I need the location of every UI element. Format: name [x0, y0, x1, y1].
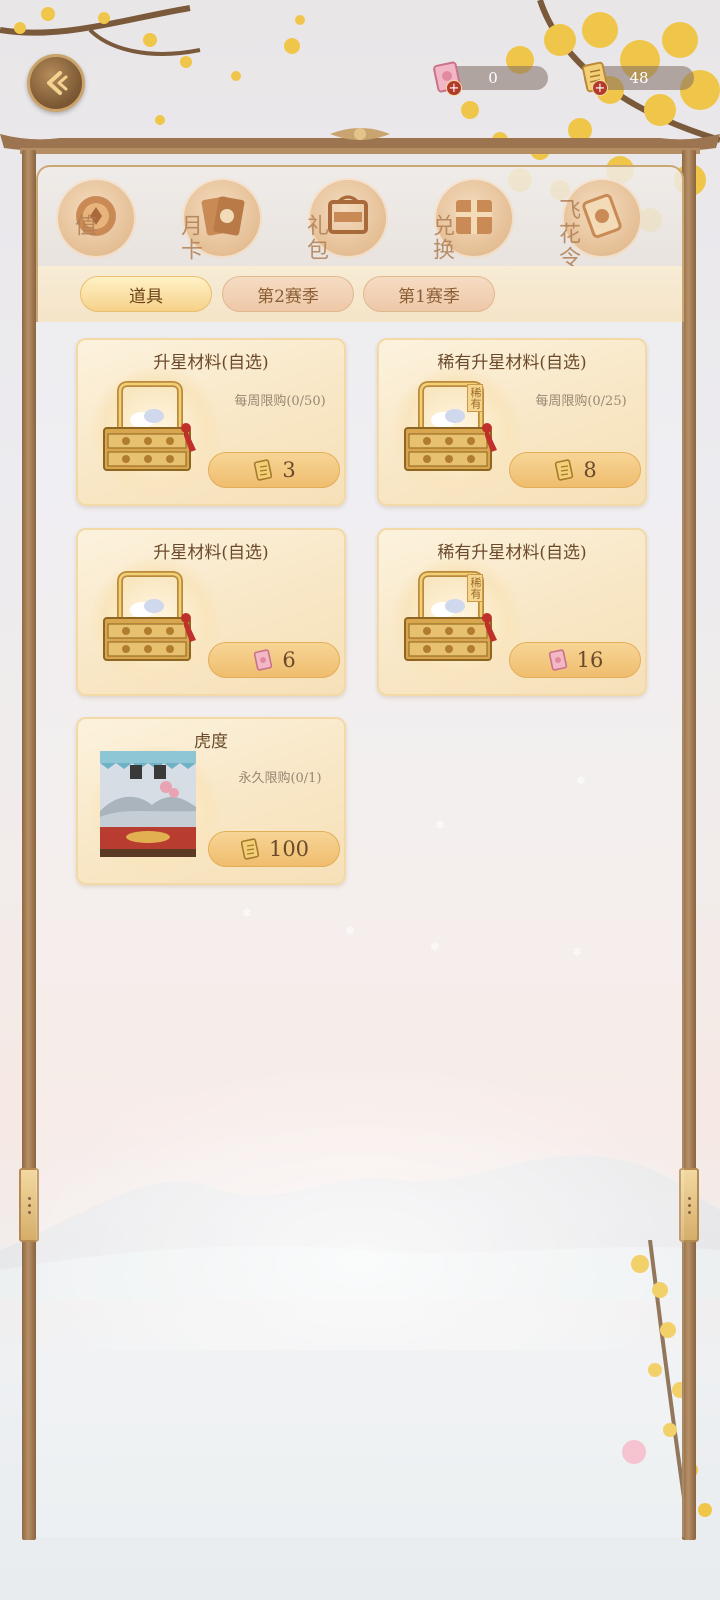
- back-arrow-icon: [47, 71, 68, 95]
- tab-items[interactable]: 道具: [80, 276, 212, 312]
- pavilion-frame-top: [0, 128, 720, 154]
- shop-item-card[interactable]: 稀有升星材料(自选) 稀有 每周限购(0/25) 8: [377, 338, 647, 506]
- gift-pack-icon: [328, 195, 368, 234]
- tab-season-2[interactable]: 第2赛季: [222, 276, 354, 312]
- rare-tag: 稀有: [467, 574, 483, 602]
- price-value: 3: [282, 458, 296, 482]
- item-purchase-limit: 永久限购(0/1): [238, 771, 322, 786]
- frame-post-right: [682, 150, 696, 1540]
- item-title: 虎度: [194, 732, 228, 752]
- price-value: 6: [282, 648, 296, 672]
- category-coin[interactable]: [56, 178, 136, 258]
- gold-scroll-icon: [553, 459, 575, 481]
- treasure-basket-image: [98, 380, 202, 480]
- category-label-exchange: 兑换: [429, 214, 454, 262]
- tab-season-1[interactable]: 第1赛季: [363, 276, 495, 312]
- category-label-coin: 值: [71, 214, 96, 238]
- flower-scroll-icon: [582, 193, 622, 239]
- monthly-card-icon: [201, 196, 245, 236]
- shop-item-card[interactable]: 升星材料(自选) 每周限购(0/50) 3: [76, 338, 346, 506]
- buy-button[interactable]: 100: [208, 831, 340, 867]
- gold-scroll-icon: [252, 459, 274, 481]
- pink-ticket-icon: [252, 649, 274, 671]
- item-purchase-limit: 每周限购(0/50): [234, 394, 326, 409]
- buy-button[interactable]: 3: [208, 452, 340, 488]
- rare-tag: 稀有: [467, 384, 483, 412]
- stage-scene-image: [100, 751, 196, 857]
- pink-ticket-icon: [547, 649, 569, 671]
- price-value: 100: [268, 837, 310, 861]
- price-value: 8: [583, 458, 597, 482]
- add-ticket-button[interactable]: +: [446, 80, 462, 96]
- shop-item-card[interactable]: 虎度 永久限购(0/1) 100: [76, 717, 346, 885]
- shop-item-card[interactable]: 稀有升星材料(自选) 稀有 16: [377, 528, 647, 696]
- buy-button[interactable]: 8: [509, 452, 641, 488]
- category-label-monthly-card: 月卡: [177, 214, 202, 262]
- shop-item-card[interactable]: 升星材料(自选) 6: [76, 528, 346, 696]
- frame-post-left: [22, 150, 36, 1540]
- item-title: 升星材料(自选): [153, 353, 269, 373]
- category-label-gift-pack: 礼包: [303, 214, 328, 262]
- buy-button[interactable]: 16: [509, 642, 641, 678]
- back-button[interactable]: [27, 54, 85, 112]
- exchange-box-icon: [456, 200, 492, 234]
- buy-button[interactable]: 6: [208, 642, 340, 678]
- rare-treasure-basket-image: [399, 380, 503, 480]
- gold-scroll-icon: [239, 838, 261, 860]
- item-title: 稀有升星材料(自选): [437, 353, 587, 373]
- rare-treasure-basket-image: [399, 570, 503, 670]
- item-title: 稀有升星材料(自选): [437, 543, 587, 563]
- item-title: 升星材料(自选): [153, 543, 269, 563]
- add-scroll-button[interactable]: +: [592, 80, 608, 96]
- treasure-basket-image: [98, 570, 202, 670]
- category-label-flower-scroll: 飞花令: [555, 198, 580, 270]
- item-purchase-limit: 每周限购(0/25): [535, 394, 627, 409]
- price-value: 16: [576, 648, 604, 672]
